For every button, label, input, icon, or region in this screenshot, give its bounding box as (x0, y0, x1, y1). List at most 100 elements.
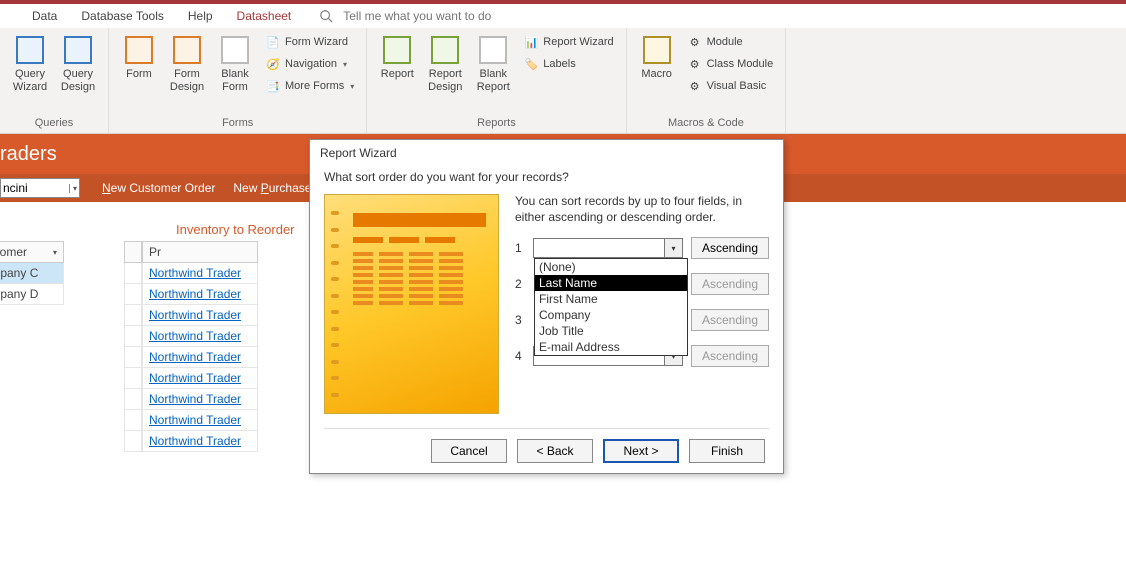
inventory-cell-product[interactable]: Northwind Trader (142, 431, 258, 452)
dropdown-option-none[interactable]: (None) (535, 259, 687, 275)
inventory-cell-product[interactable]: Northwind Trader (142, 347, 258, 368)
form-button[interactable]: Form (117, 32, 161, 83)
customer-combo[interactable]: ncini ▾ (0, 178, 80, 198)
sort-field-dropdown: (None) Last Name First Name Company Job … (534, 258, 688, 356)
labels-button[interactable]: 🏷️Labels (519, 54, 617, 74)
table-row[interactable]: Northwind Trader (124, 410, 258, 431)
report-preview-image (324, 194, 499, 414)
tellme-input[interactable] (337, 7, 597, 25)
blank-form-button[interactable]: Blank Form (213, 32, 257, 96)
inventory-cell-blank (124, 263, 142, 284)
new-customer-order-link[interactable]: NNew Customer Orderew Customer Order (102, 181, 215, 195)
table-row[interactable]: Northwind Trader (124, 368, 258, 389)
menu-help[interactable]: Help (176, 5, 225, 27)
dropdown-option-email[interactable]: E-mail Address (535, 339, 687, 355)
inventory-cell-product[interactable]: Northwind Trader (142, 368, 258, 389)
tellme-search[interactable] (319, 7, 597, 25)
blank-report-icon (477, 34, 509, 66)
sort-dir-1-button[interactable]: Ascending (691, 237, 769, 259)
chevron-down-icon: ▾ (343, 60, 347, 69)
sort-index-3: 3 (515, 313, 525, 327)
class-module-button[interactable]: ⚙Class Module (683, 54, 778, 74)
navigation-label: Navigation (285, 58, 337, 70)
chevron-down-icon: ▾ (69, 184, 77, 193)
visual-basic-button[interactable]: ⚙Visual Basic (683, 76, 778, 96)
inventory-col-product[interactable]: Pr (142, 241, 258, 263)
ribbon: Query Wizard Query Design Queries Form F… (0, 28, 1126, 134)
query-wizard-button[interactable]: Query Wizard (8, 32, 52, 96)
report-icon (381, 34, 413, 66)
orders-col-customer[interactable]: Customer ▾ (0, 241, 64, 263)
report-wizard-button[interactable]: 📊Report Wizard (519, 32, 617, 52)
dropdown-option-lastname[interactable]: Last Name (535, 275, 687, 291)
next-button[interactable]: Next > (603, 439, 679, 463)
query-wizard-icon (14, 34, 46, 66)
blank-form-icon (219, 34, 251, 66)
inventory-cell-blank (124, 410, 142, 431)
labels-icon: 🏷️ (523, 56, 539, 72)
macro-label: Macro (641, 68, 672, 81)
inventory-cell-blank (124, 368, 142, 389)
more-forms-icon: 📑 (265, 78, 281, 94)
dropdown-option-jobtitle[interactable]: Job Title (535, 323, 687, 339)
orders-cell-customer: Company C (0, 263, 64, 284)
new-purchase-link[interactable]: New Purchase (233, 181, 311, 195)
module-icon: ⚙ (687, 34, 703, 50)
form-wizard-button[interactable]: 📄Form Wizard (261, 32, 358, 52)
table-row[interactable]: Northwind Trader (124, 431, 258, 452)
more-forms-button[interactable]: 📑More Forms▾ (261, 76, 358, 96)
report-button[interactable]: Report (375, 32, 419, 83)
table-row[interactable]: 2006 Company C (0, 263, 64, 284)
inventory-cell-blank (124, 431, 142, 452)
orders-table: ▾ Customer ▾ 2006 Company C 2006 Company … (0, 241, 64, 452)
visual-basic-icon: ⚙ (687, 78, 703, 94)
inventory-cell-product[interactable]: Northwind Trader (142, 389, 258, 410)
blank-report-button[interactable]: Blank Report (471, 32, 515, 96)
inventory-cell-product[interactable]: Northwind Trader (142, 326, 258, 347)
report-design-icon (429, 34, 461, 66)
inventory-cell-blank (124, 326, 142, 347)
menu-database-tools[interactable]: Database Tools (69, 5, 176, 27)
table-row[interactable]: Northwind Trader (124, 263, 258, 284)
search-icon (319, 9, 333, 23)
table-row[interactable]: Northwind Trader (124, 347, 258, 368)
ribbon-group-label-reports: Reports (375, 117, 617, 131)
inventory-cell-product[interactable]: Northwind Trader (142, 284, 258, 305)
dialog-prompt: What sort order do you want for your rec… (324, 170, 769, 184)
chevron-down-icon[interactable]: ▾ (664, 239, 682, 257)
macro-button[interactable]: Macro (635, 32, 679, 83)
form-icon (123, 34, 155, 66)
finish-button[interactable]: Finish (689, 439, 765, 463)
dropdown-option-firstname[interactable]: First Name (535, 291, 687, 307)
menu-data[interactable]: Data (20, 5, 69, 27)
ribbon-group-forms: Form Form Design Blank Form 📄Form Wizard… (109, 28, 367, 133)
inventory-cell-product[interactable]: Northwind Trader (142, 305, 258, 326)
cancel-button[interactable]: Cancel (431, 439, 507, 463)
inventory-col-blank[interactable] (124, 241, 142, 263)
sort-field-1-combo[interactable]: ▾ (None) Last Name First Name Company Jo… (533, 238, 683, 258)
orders-col-customer-label: Customer (0, 245, 27, 259)
inventory-cell-product[interactable]: Northwind Trader (142, 410, 258, 431)
table-row[interactable]: 2006 Company D (0, 284, 64, 305)
inventory-cell-product[interactable]: Northwind Trader (142, 263, 258, 284)
table-row[interactable]: Northwind Trader (124, 389, 258, 410)
report-design-button[interactable]: Report Design (423, 32, 467, 96)
sort-description: You can sort records by up to four field… (515, 194, 769, 225)
table-row[interactable]: Northwind Trader (124, 305, 258, 326)
chevron-down-icon: ▾ (53, 248, 57, 257)
table-row[interactable]: Northwind Trader (124, 326, 258, 347)
module-button[interactable]: ⚙Module (683, 32, 778, 52)
dropdown-option-company[interactable]: Company (535, 307, 687, 323)
back-button[interactable]: < Back (517, 439, 593, 463)
table-row[interactable]: Northwind Trader (124, 284, 258, 305)
class-module-label: Class Module (707, 58, 774, 70)
query-design-button[interactable]: Query Design (56, 32, 100, 96)
menu-datasheet[interactable]: Datasheet (225, 5, 304, 27)
form-design-label: Form Design (170, 68, 204, 94)
navigation-button[interactable]: 🧭Navigation▾ (261, 54, 358, 74)
sort-panel: You can sort records by up to four field… (515, 194, 769, 414)
ribbon-group-label-macros: Macros & Code (635, 117, 778, 131)
form-design-button[interactable]: Form Design (165, 32, 209, 96)
inventory-table: Pr Northwind TraderNorthwind TraderNorth… (124, 241, 258, 452)
query-design-icon (62, 34, 94, 66)
